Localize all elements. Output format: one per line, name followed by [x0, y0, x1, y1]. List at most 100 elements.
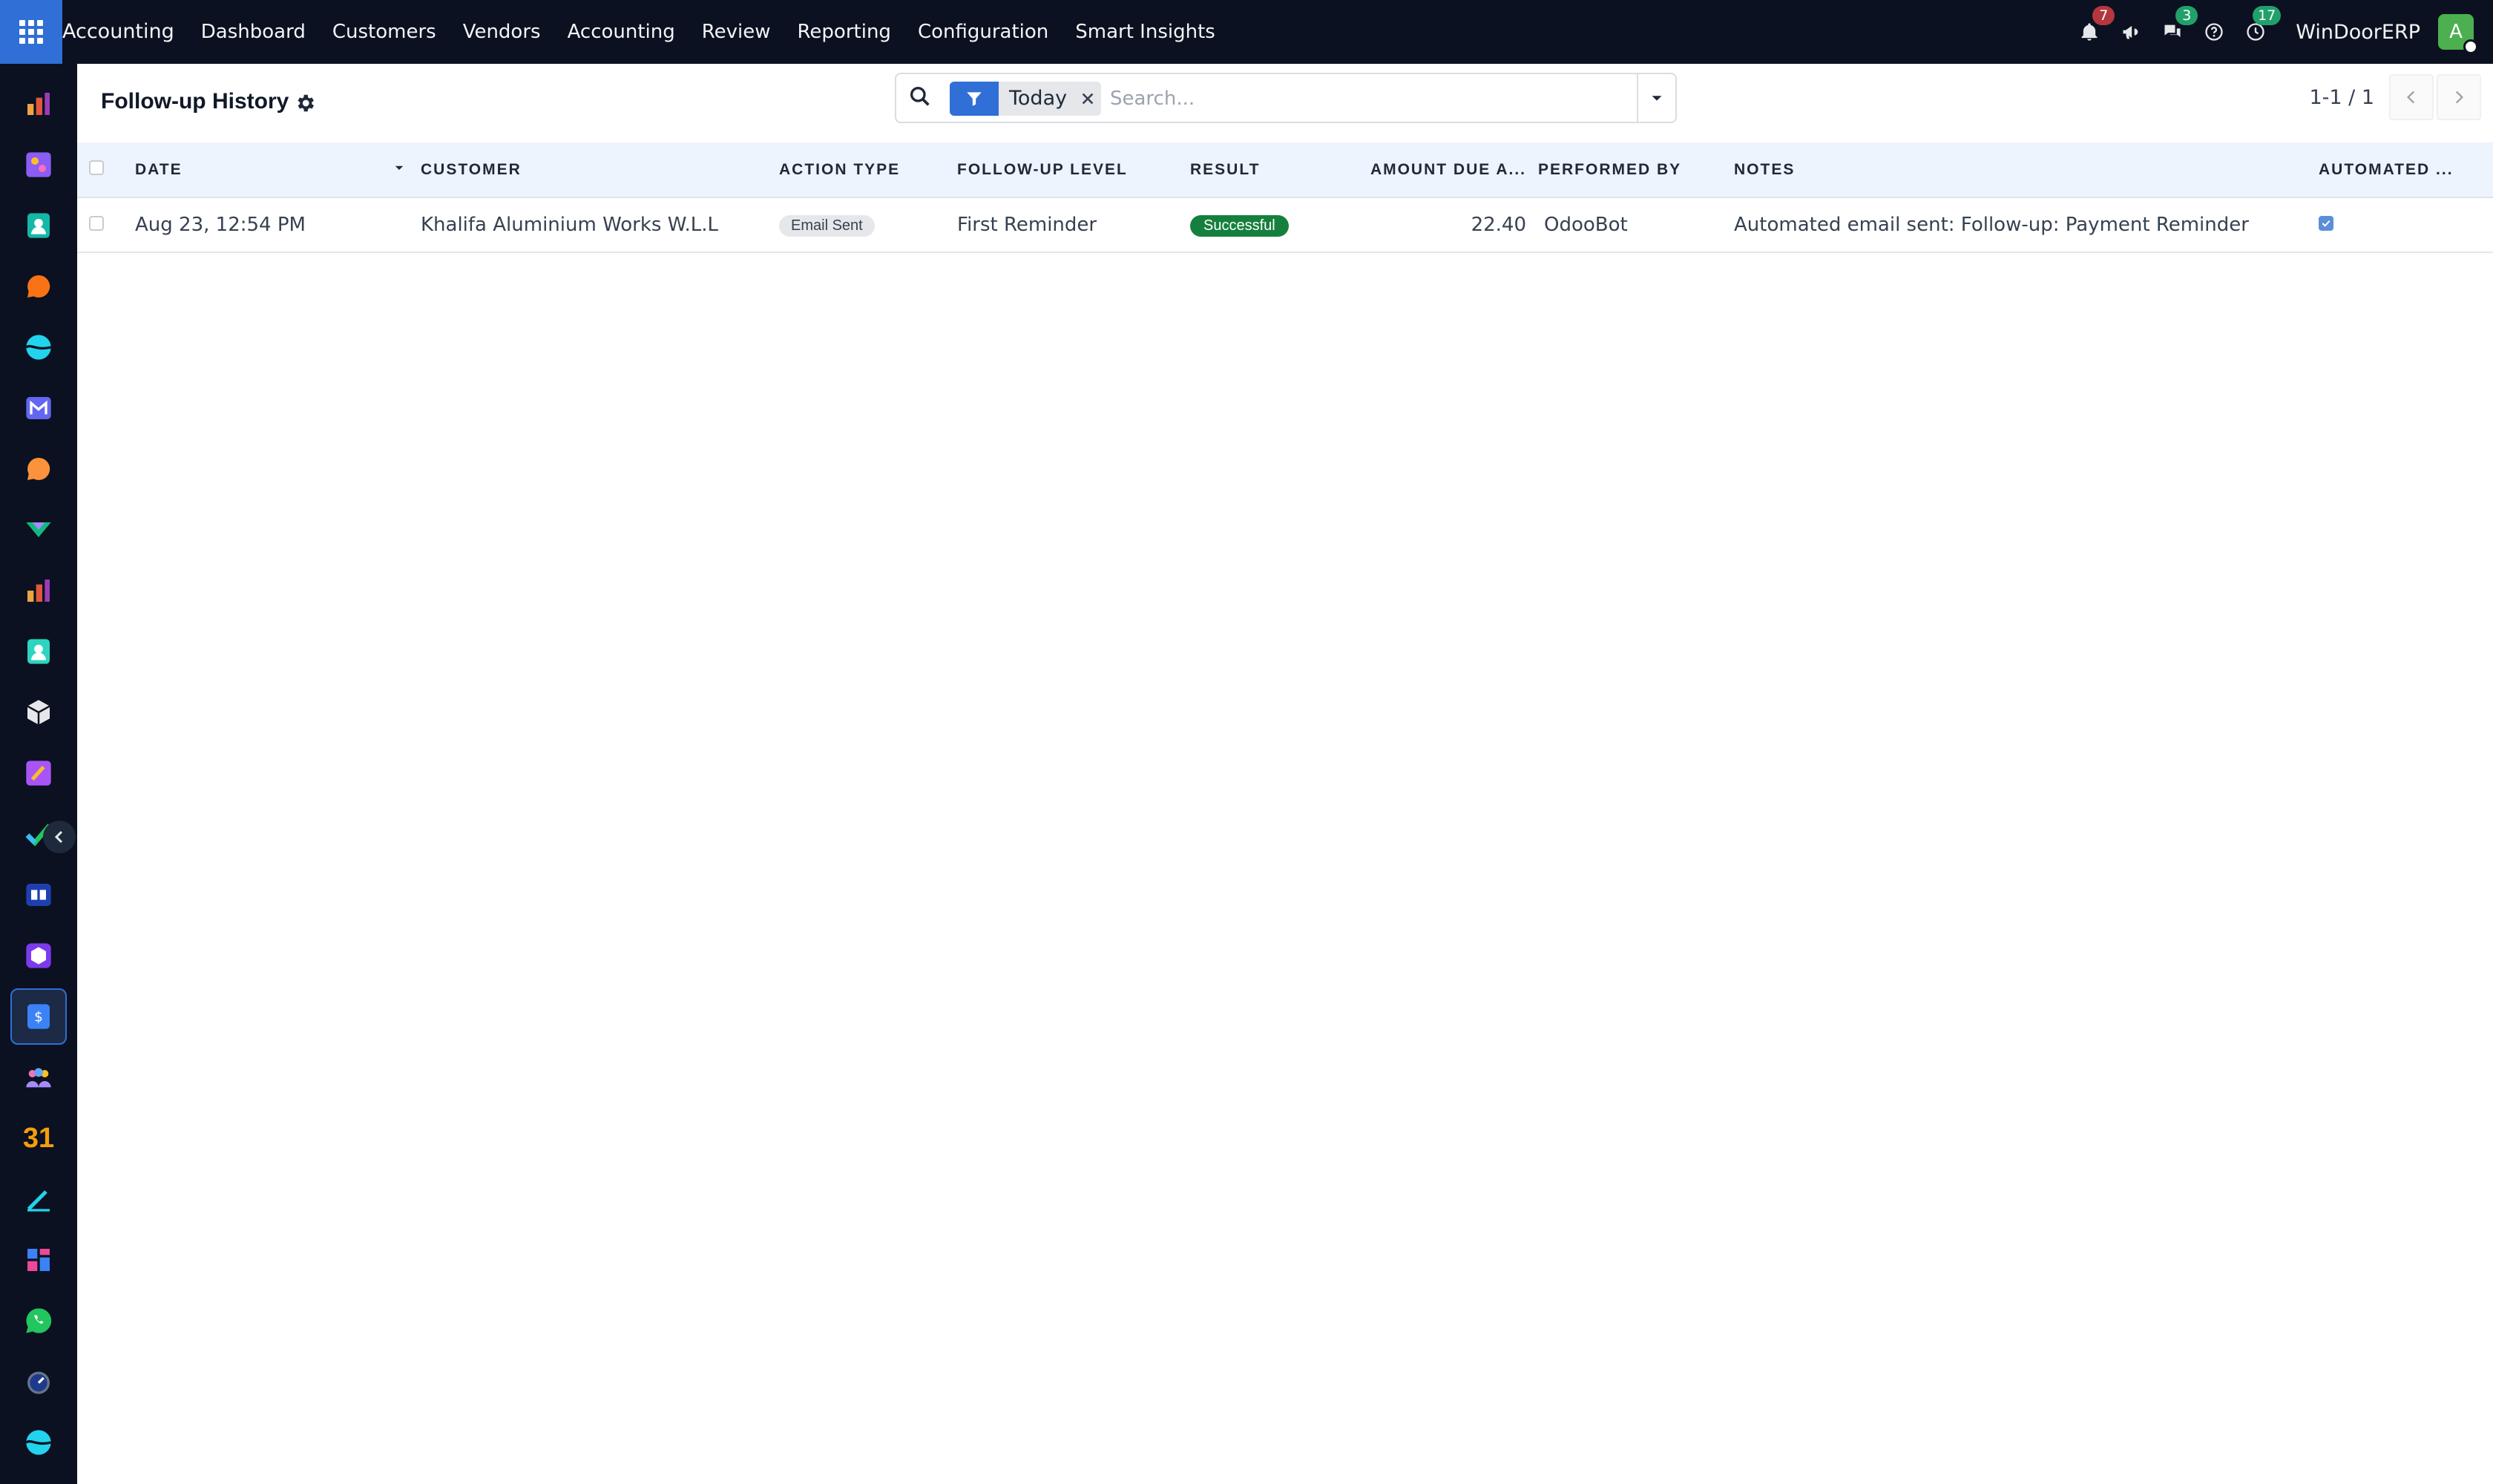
sidebar-app-timer[interactable] — [10, 1353, 67, 1410]
sidebar-app-elearning[interactable] — [10, 867, 67, 923]
whatsapp-icon — [26, 1308, 52, 1333]
sidebar-app-website[interactable] — [10, 319, 67, 375]
sidebar-app-manufacturing[interactable] — [10, 928, 67, 984]
help-button[interactable] — [2193, 0, 2235, 64]
invoice-dollar-icon: $ — [27, 1004, 50, 1029]
speech-bubble-icon — [27, 275, 50, 298]
column-header-result[interactable]: RESULT — [1184, 142, 1350, 198]
sidebar-app-email-marketing[interactable] — [10, 380, 67, 436]
notifications-button[interactable]: 7 — [2069, 0, 2115, 64]
column-header-customer[interactable]: CUSTOMER — [415, 142, 773, 198]
result-status-badge: Successful — [1190, 215, 1289, 237]
facet-remove-button[interactable] — [1074, 82, 1101, 116]
globe-wave-icon — [25, 1430, 52, 1455]
sidebar-app-sign[interactable] — [10, 1171, 67, 1227]
table-header-row: DATE CUSTOMER ACTION TYPE FOLLOW-UP LEVE… — [77, 142, 2493, 198]
pager-next-button[interactable] — [2437, 74, 2481, 120]
column-header-automated[interactable]: AUTOMATED ... — [2313, 142, 2493, 198]
row-select-checkbox[interactable] — [89, 216, 104, 231]
search-facet-filter: Today — [950, 82, 1102, 116]
book-icon — [26, 884, 51, 906]
menu-smart-insights[interactable]: Smart Insights — [1062, 0, 1229, 64]
brush-icon — [26, 761, 51, 786]
app-brand-link[interactable]: Accounting — [62, 0, 188, 64]
sidebar-app-dashboard-blocks[interactable] — [10, 1232, 67, 1288]
main-menu: Accounting Dashboard Customers Vendors A… — [62, 0, 1229, 64]
chevron-logo-icon — [26, 522, 51, 537]
top-navbar: Accounting Dashboard Customers Vendors A… — [0, 0, 2493, 64]
cell-performed-by: OdooBot — [1544, 214, 1628, 236]
column-header-date[interactable]: DATE — [129, 142, 415, 198]
column-header-amount-due[interactable]: AMOUNT DUE A... — [1350, 142, 1532, 198]
badge-person-icon — [27, 639, 50, 664]
chat-bubble-icon — [27, 457, 50, 480]
filter-icon — [950, 82, 999, 116]
page-title: Follow-up History — [101, 89, 289, 114]
team-icon — [26, 1068, 51, 1088]
messages-button[interactable]: 3 — [2152, 0, 2198, 64]
search-button[interactable] — [908, 85, 935, 111]
cell-notes: Automated email sent: Follow-up: Payment… — [1734, 214, 2249, 236]
table-row[interactable]: Aug 23, 12:54 PM Khalifa Aluminium Works… — [77, 197, 2493, 252]
chevron-left-icon — [54, 830, 63, 844]
cell-action-type: Email Sent — [773, 197, 951, 252]
sidebar-app-dashboards[interactable] — [10, 76, 67, 132]
user-avatar[interactable]: A — [2438, 14, 2478, 54]
sidebar-app-inventory[interactable] — [10, 684, 67, 741]
company-switcher[interactable]: WinDoorERP — [2296, 21, 2420, 44]
menu-review[interactable]: Review — [689, 0, 784, 64]
menu-configuration[interactable]: Configuration — [904, 0, 1062, 64]
sidebar-collapse-button[interactable] — [43, 821, 76, 853]
select-all-checkbox[interactable] — [89, 160, 104, 175]
systray: 7 3 17 WinDoorERP A — [2069, 0, 2493, 64]
column-label: DATE — [135, 160, 183, 178]
apps-menu-button[interactable] — [0, 0, 62, 64]
search-bar: Today — [895, 73, 1677, 123]
sidebar-app-website-2[interactable] — [10, 1414, 67, 1471]
sidebar-app-contacts[interactable] — [10, 197, 67, 254]
cell-amount-due: 22.40 — [1471, 214, 1526, 236]
column-header-notes[interactable]: NOTES — [1728, 142, 2313, 198]
sidebar-app-discuss[interactable] — [10, 258, 67, 315]
announcements-button[interactable] — [2110, 0, 2152, 64]
sidebar-app-sales[interactable] — [10, 502, 67, 558]
cell-followup-level: First Reminder — [957, 214, 1097, 236]
search-input[interactable] — [1110, 82, 1592, 116]
close-icon — [1082, 93, 1094, 105]
pager-value[interactable]: 1-1 / 1 — [2309, 86, 2374, 109]
followup-table: DATE CUSTOMER ACTION TYPE FOLLOW-UP LEVE… — [77, 142, 2493, 253]
bar-chart-icon — [27, 580, 50, 602]
sidebar-app-employees[interactable] — [10, 623, 67, 680]
column-header-performed-by[interactable]: PERFORMED BY — [1532, 142, 1728, 198]
menu-dashboard[interactable]: Dashboard — [188, 0, 319, 64]
menu-customers[interactable]: Customers — [319, 0, 450, 64]
actions-gear-button[interactable] — [294, 92, 316, 114]
activities-button[interactable]: 17 — [2235, 0, 2282, 64]
check-icon — [2322, 220, 2331, 227]
palette-icon — [26, 152, 51, 177]
column-header-action-type[interactable]: ACTION TYPE — [773, 142, 951, 198]
pager-previous-button[interactable] — [2389, 74, 2434, 120]
sidebar-app-livechat[interactable] — [10, 441, 67, 497]
menu-accounting[interactable]: Accounting — [554, 0, 689, 64]
sidebar-app-studio[interactable] — [10, 137, 67, 193]
menu-reporting[interactable]: Reporting — [784, 0, 904, 64]
help-icon — [2205, 23, 2223, 41]
chat-icon — [2164, 24, 2181, 37]
automated-checkbox — [2319, 216, 2333, 231]
sidebar-app-spreadsheet[interactable] — [10, 562, 67, 619]
contact-card-icon — [27, 213, 50, 238]
facet-label: Today — [1009, 87, 1068, 110]
stopwatch-icon — [27, 1371, 50, 1394]
blocks-icon — [27, 1249, 50, 1271]
search-options-toggle[interactable] — [1637, 74, 1675, 122]
sidebar-app-crm[interactable] — [10, 1049, 67, 1106]
column-header-followup-level[interactable]: FOLLOW-UP LEVEL — [951, 142, 1184, 198]
sidebar-app-whatsapp[interactable] — [10, 1293, 67, 1349]
sidebar-app-calendar[interactable]: 31 — [10, 1110, 67, 1166]
sidebar-app-knowledge[interactable] — [10, 745, 67, 801]
menu-vendors[interactable]: Vendors — [450, 0, 554, 64]
action-type-badge: Email Sent — [779, 215, 875, 237]
sidebar-app-accounting[interactable]: $ — [10, 988, 67, 1045]
megaphone-icon — [2123, 25, 2138, 39]
